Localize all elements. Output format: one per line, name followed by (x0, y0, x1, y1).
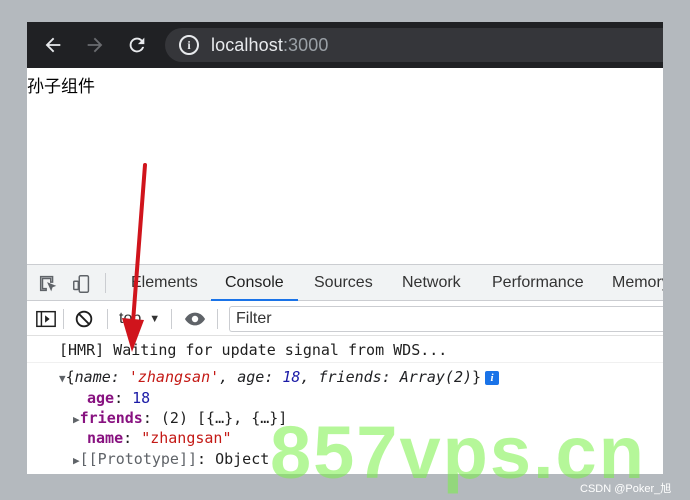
brace-open: { (65, 368, 75, 386)
console-output: [HMR] Waiting for update signal from WDS… (27, 337, 663, 474)
prop-row-friends[interactable]: ▶friends: (2) [{…}, {…}] (73, 409, 287, 427)
prop-value: Object (215, 450, 270, 468)
devtools-tabbar: Elements Console Sources Network Perform… (27, 265, 663, 301)
toolbar-separator (217, 309, 218, 329)
toolbar-separator (107, 309, 108, 329)
prop-row-name: name: "zhangsan" (87, 429, 232, 447)
summary-value-name: 'zhangsan' (128, 368, 220, 386)
arrow-right-icon (87, 37, 103, 53)
browser-toolbar: i localhost:3000 (27, 22, 663, 68)
prop-value: (2) [{…}, {…}] (160, 409, 288, 427)
url-text: localhost:3000 (211, 35, 329, 56)
prop-row-prototype[interactable]: ▶[[Prototype]]: Object (73, 450, 269, 468)
reload-icon (129, 37, 145, 53)
object-summary-line[interactable]: ▼{name: 'zhangsan', age: 18, friends: Ar… (59, 368, 500, 386)
collapsed-triangle-icon[interactable]: ▶ (73, 454, 80, 467)
url-port: :3000 (282, 34, 329, 55)
summary-key-friends: friends (318, 368, 382, 386)
prop-key: name (87, 429, 124, 447)
brace-close: } (472, 368, 482, 386)
collapsed-triangle-icon[interactable]: ▶ (73, 413, 80, 426)
caret-down-icon: ▼ (149, 313, 161, 325)
prop-key: age (87, 389, 115, 407)
hmr-log-line: [HMR] Waiting for update signal from WDS… (59, 341, 448, 359)
browser-window: i localhost:3000 孙子组件 Elements Console S… (27, 22, 663, 474)
context-label: top (119, 310, 142, 327)
forward-button[interactable] (83, 33, 107, 57)
summary-value-friends: Array(2) (399, 368, 473, 386)
watermark-credit: CSDN @Poker_旭 (580, 483, 672, 495)
address-bar[interactable]: i localhost:3000 (165, 28, 663, 62)
tab-console[interactable]: Console (211, 265, 298, 301)
prop-value: 18 (132, 389, 151, 407)
tab-performance[interactable]: Performance (492, 265, 584, 301)
toolbar-separator (171, 309, 172, 329)
expanded-triangle-icon[interactable]: ▼ (59, 372, 66, 385)
summary-value-age: 18 (282, 368, 301, 386)
sidebar-toggle-icon[interactable] (35, 308, 57, 330)
site-info-icon[interactable]: i (179, 35, 199, 55)
toolbar-separator (63, 309, 64, 329)
inspect-element-icon[interactable] (37, 273, 59, 295)
prop-value: "zhangsan" (141, 429, 232, 447)
prop-row-age: age: 18 (87, 389, 151, 407)
context-selector[interactable]: top ▼ (119, 309, 160, 329)
reload-button[interactable] (125, 33, 149, 57)
devtools-panel: Elements Console Sources Network Perform… (27, 264, 663, 474)
tab-sources[interactable]: Sources (314, 265, 373, 301)
info-icon[interactable]: i (485, 371, 500, 385)
url-host: localhost (211, 34, 283, 55)
clear-console-icon[interactable] (73, 308, 95, 330)
summary-key-name: name (74, 368, 111, 386)
screenshot-frame: i localhost:3000 孙子组件 Elements Console S… (0, 0, 690, 500)
console-message: [HMR] Waiting for update signal from WDS… (27, 337, 663, 363)
prop-key: [[Prototype]] (79, 450, 198, 468)
summary-key-age: age (237, 368, 265, 386)
device-toolbar-icon[interactable] (71, 273, 93, 295)
console-toolbar: top ▼ Filter (27, 302, 663, 336)
back-button[interactable] (41, 33, 65, 57)
tabbar-separator (105, 273, 106, 293)
tab-elements[interactable]: Elements (131, 265, 198, 301)
prop-key: friends (79, 409, 143, 427)
eye-icon[interactable] (183, 308, 207, 330)
page-content-text: 孙子组件 (27, 77, 95, 97)
tab-memory[interactable]: Memory (612, 265, 663, 301)
tab-network[interactable]: Network (402, 265, 461, 301)
arrow-left-icon (45, 37, 61, 53)
console-filter-input[interactable]: Filter (229, 306, 663, 332)
console-message: ▼{name: 'zhangsan', age: 18, friends: Ar… (27, 364, 663, 474)
